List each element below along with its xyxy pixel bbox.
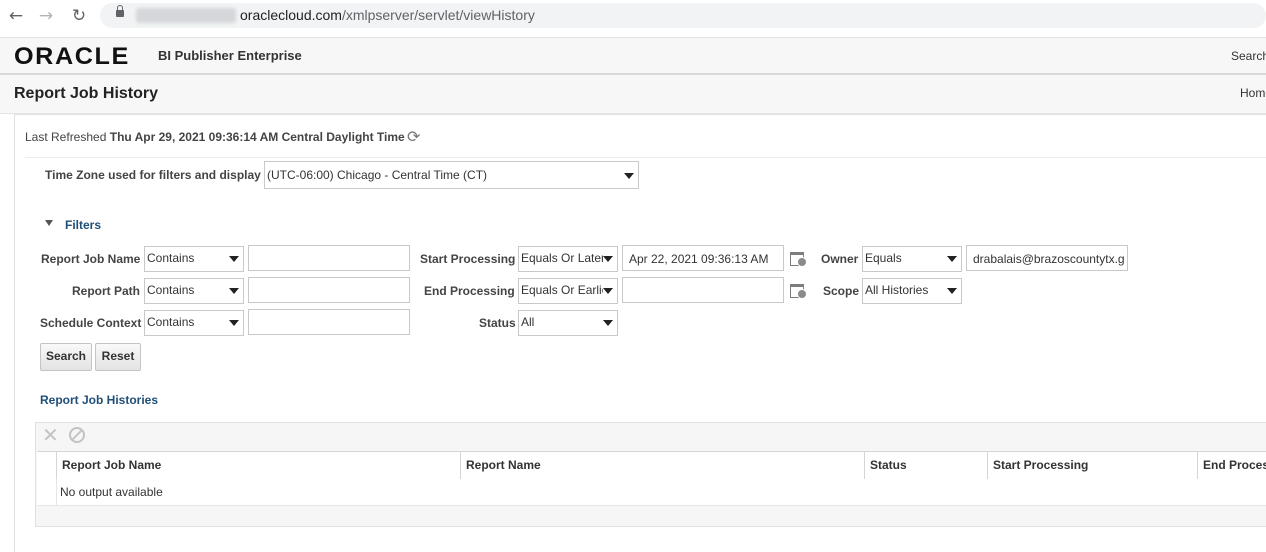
timezone-select[interactable]: (UTC-06:00) Chicago - Central Time (CT) (264, 161, 639, 189)
app-header: ORACLE BI Publisher Enterprise Search (0, 37, 1266, 75)
schedule-context-label: Schedule Context (40, 316, 142, 330)
divider (25, 157, 1266, 158)
chevron-down-icon (229, 320, 239, 326)
owner-value: drabalais@brazoscountytx.g (973, 252, 1125, 266)
search-link[interactable]: Search (1231, 49, 1266, 63)
report-path-label: Report Path (72, 284, 141, 298)
report-job-name-label: Report Job Name (41, 252, 141, 266)
home-link[interactable]: Home (1240, 86, 1266, 100)
lock-icon (116, 5, 124, 17)
report-job-name-operator[interactable]: Contains (144, 246, 244, 272)
chevron-down-icon (947, 256, 957, 262)
start-processing-input[interactable]: Apr 22, 2021 09:36:13 AM (622, 245, 784, 271)
schedule-context-operator[interactable]: Contains (144, 310, 244, 336)
chevron-down-icon (603, 288, 613, 294)
column-header[interactable]: Start Processing (987, 452, 1197, 479)
chevron-down-icon (624, 173, 634, 179)
back-arrow-icon[interactable]: ← (6, 6, 26, 26)
refresh-icon[interactable]: ⟳ (407, 127, 420, 146)
forward-arrow-icon[interactable]: → (36, 6, 56, 26)
url-text: oraclecloud.com/xmlpserver/servlet/viewH… (240, 7, 535, 23)
start-processing-operator-value: Equals Or Later (521, 251, 603, 265)
chevron-down-icon (229, 256, 239, 262)
report-path-input[interactable] (248, 277, 410, 303)
delete-icon[interactable]: ✕ (42, 423, 59, 447)
owner-input[interactable]: drabalais@brazoscountytx.g (966, 245, 1128, 271)
start-processing-operator[interactable]: Equals Or Later (518, 246, 618, 272)
page-title: Report Job History (14, 85, 159, 102)
chevron-down-icon (947, 288, 957, 294)
end-processing-input[interactable] (622, 277, 784, 303)
scope-select[interactable]: All Histories (862, 278, 962, 304)
last-refreshed-label: Last Refreshed (25, 130, 107, 144)
report-job-name-input[interactable] (248, 245, 410, 271)
browser-toolbar: ← → ↻ oraclecloud.com/xmlpserver/servlet… (0, 0, 1266, 32)
chevron-down-icon (229, 288, 239, 294)
report-job-histories-title: Report Job Histories (40, 393, 159, 407)
column-header[interactable]: End Processing (1197, 452, 1266, 479)
select-column (37, 452, 56, 479)
column-header[interactable]: Report Job Name (56, 452, 460, 479)
timezone-value: (UTC-06:00) Chicago - Central Time (CT) (267, 168, 488, 182)
end-processing-operator-value: Equals Or Earlier (521, 283, 603, 297)
status-select[interactable]: All (518, 310, 618, 336)
calendar-icon[interactable] (790, 252, 807, 267)
calendar-icon[interactable] (790, 284, 807, 299)
empty-message: No output available (60, 485, 163, 499)
column-header[interactable]: Status (864, 452, 987, 479)
filters-toggle[interactable]: Filters (65, 218, 101, 232)
schedule-context-input[interactable] (248, 309, 410, 335)
end-processing-label: End Processing (424, 284, 515, 298)
last-refreshed: Last Refreshed Thu Apr 29, 2021 09:36:14… (25, 130, 405, 144)
product-name: BI Publisher Enterprise (158, 48, 302, 63)
cancel-icon[interactable] (69, 427, 85, 443)
oracle-logo: ORACLE (14, 43, 130, 70)
search-button[interactable]: Search (40, 343, 92, 371)
title-bar: Report Job History Home (0, 75, 1266, 114)
chevron-down-icon (603, 256, 613, 262)
redacted-subdomain (136, 8, 236, 23)
reset-button[interactable]: Reset (95, 343, 141, 371)
url-domain: oraclecloud.com (240, 7, 342, 23)
column-header[interactable]: Report Name (460, 452, 864, 479)
report-path-operator[interactable]: Contains (144, 278, 244, 304)
last-refreshed-value: Thu Apr 29, 2021 09:36:14 AM Central Day… (109, 130, 405, 144)
end-processing-operator[interactable]: Equals Or Earlier (518, 278, 618, 304)
chevron-down-icon (603, 320, 613, 326)
url-path: /xmlpserver/servlet/viewHistory (341, 7, 535, 23)
status-label: Status (479, 316, 516, 330)
collapse-triangle-icon[interactable] (45, 220, 53, 226)
owner-operator[interactable]: Equals (862, 246, 962, 272)
row-selector (37, 479, 57, 505)
start-processing-label: Start Processing (420, 252, 516, 266)
histories-table: ✕ Report Job Name Report Name Status Sta… (35, 422, 1266, 527)
reload-icon[interactable]: ↻ (69, 6, 89, 26)
table-row: No output available (37, 479, 1266, 506)
timezone-label: Time Zone used for filters and display (45, 168, 261, 182)
scope-label: Scope (823, 284, 860, 298)
owner-label: Owner (821, 252, 859, 266)
start-processing-value: Apr 22, 2021 09:36:13 AM (629, 252, 769, 266)
address-bar[interactable]: oraclecloud.com/xmlpserver/servlet/viewH… (100, 3, 1266, 28)
table-header: Report Job Name Report Name Status Start… (37, 451, 1266, 480)
